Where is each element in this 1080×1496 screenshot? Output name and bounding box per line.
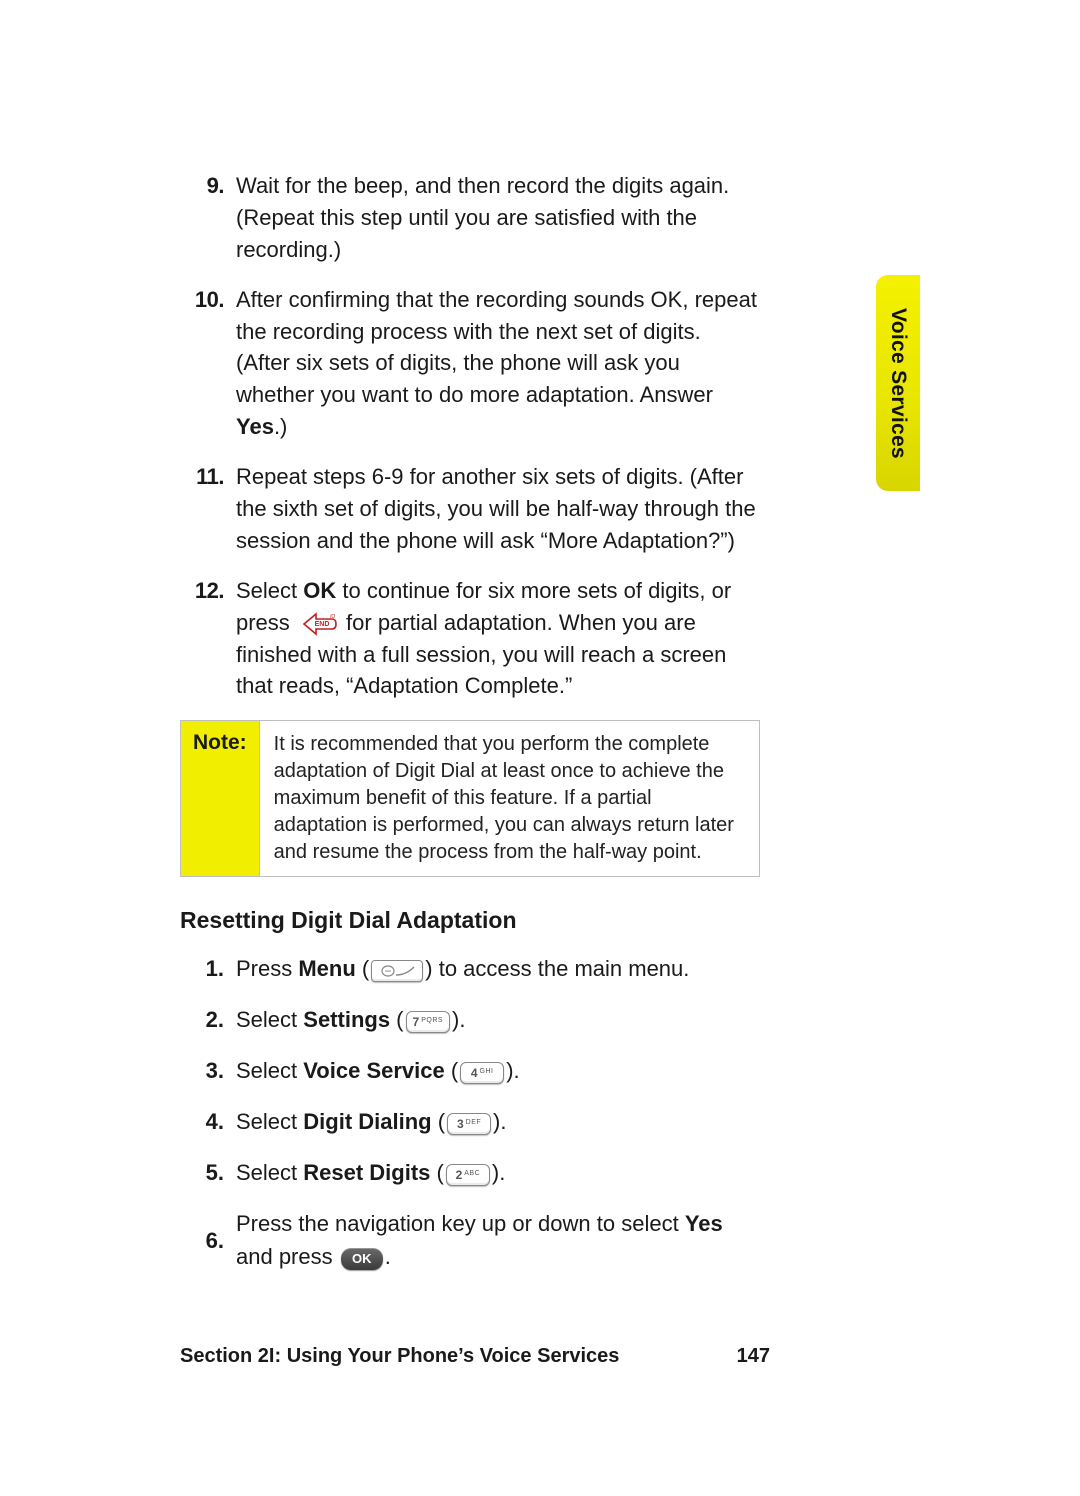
step-text: Press Menu () to access the main menu. — [236, 952, 760, 985]
step-item: 9.Wait for the beep, and then record the… — [180, 170, 760, 266]
step-text: Select Voice Service (4GHI). — [236, 1054, 760, 1087]
step-item: 5.Select Reset Digits (2ABC). — [186, 1156, 760, 1189]
step-text: Repeat steps 6-9 for another six sets of… — [236, 461, 760, 557]
keypad-3-icon: 3DEF — [447, 1113, 491, 1135]
step-item: 12.Select OK to continue for six more se… — [180, 575, 760, 703]
step-number: 5. — [186, 1156, 236, 1189]
ok-key-icon: OK — [341, 1248, 383, 1270]
step-text: After confirming that the recording soun… — [236, 284, 760, 443]
end-key-icon: END/O — [298, 610, 338, 638]
step-text: Select OK to continue for six more sets … — [236, 575, 760, 703]
upper-step-list: 9.Wait for the beep, and then record the… — [180, 170, 760, 702]
bold-text: Reset Digits — [303, 1160, 430, 1185]
subsection-heading: Resetting Digit Dial Adaptation — [180, 907, 760, 934]
note-box: Note: It is recommended that you perform… — [180, 720, 760, 877]
page-content: 9.Wait for the beep, and then record the… — [180, 170, 760, 1291]
bold-text: Digit Dialing — [303, 1109, 431, 1134]
note-label: Note: — [181, 721, 260, 876]
step-item: 2.Select Settings (7PQRS). — [186, 1003, 760, 1036]
step-item: 10.After confirming that the recording s… — [180, 284, 760, 443]
step-number: 2. — [186, 1003, 236, 1036]
svg-text:/O: /O — [330, 614, 335, 620]
step-number: 9. — [180, 170, 236, 266]
step-number: 6. — [186, 1224, 236, 1257]
step-number: 11. — [180, 461, 236, 557]
step-number: 10. — [180, 284, 236, 443]
bold-text: Yes — [685, 1211, 723, 1236]
bold-text: Menu — [298, 956, 355, 981]
footer-section: Section 2I: Using Your Phone’s Voice Ser… — [180, 1345, 619, 1368]
lower-step-list: 1.Press Menu () to access the main menu.… — [186, 952, 760, 1273]
bold-text: Yes — [236, 414, 274, 439]
step-item: 1.Press Menu () to access the main menu. — [186, 952, 760, 985]
step-number: 1. — [186, 952, 236, 985]
document-page: Voice Services 9.Wait for the beep, and … — [0, 0, 1080, 1496]
bold-text: Voice Service — [303, 1058, 444, 1083]
section-tab: Voice Services — [876, 275, 920, 491]
step-text: Press the navigation key up or down to s… — [236, 1207, 760, 1273]
bold-text: OK — [303, 578, 336, 603]
bold-text: Settings — [303, 1007, 390, 1032]
step-item: 11.Repeat steps 6-9 for another six sets… — [180, 461, 760, 557]
step-number: 12. — [180, 575, 236, 703]
page-footer: Section 2I: Using Your Phone’s Voice Ser… — [180, 1345, 770, 1368]
step-number: 4. — [186, 1105, 236, 1138]
keypad-7-icon: 7PQRS — [406, 1011, 451, 1033]
step-text: Select Settings (7PQRS). — [236, 1003, 760, 1036]
softkey-icon — [371, 960, 423, 982]
section-tab-label: Voice Services — [886, 308, 910, 459]
keypad-4-icon: 4GHI — [460, 1062, 504, 1084]
svg-text:END: END — [315, 621, 330, 628]
note-text: It is recommended that you perform the c… — [260, 721, 759, 876]
step-number: 3. — [186, 1054, 236, 1087]
step-text: Select Reset Digits (2ABC). — [236, 1156, 760, 1189]
footer-page-number: 147 — [737, 1345, 770, 1368]
keypad-2-icon: 2ABC — [446, 1164, 490, 1186]
step-text: Wait for the beep, and then record the d… — [236, 170, 760, 266]
step-item: 6.Press the navigation key up or down to… — [186, 1207, 760, 1273]
step-item: 3.Select Voice Service (4GHI). — [186, 1054, 760, 1087]
step-text: Select Digit Dialing (3DEF). — [236, 1105, 760, 1138]
step-item: 4.Select Digit Dialing (3DEF). — [186, 1105, 760, 1138]
